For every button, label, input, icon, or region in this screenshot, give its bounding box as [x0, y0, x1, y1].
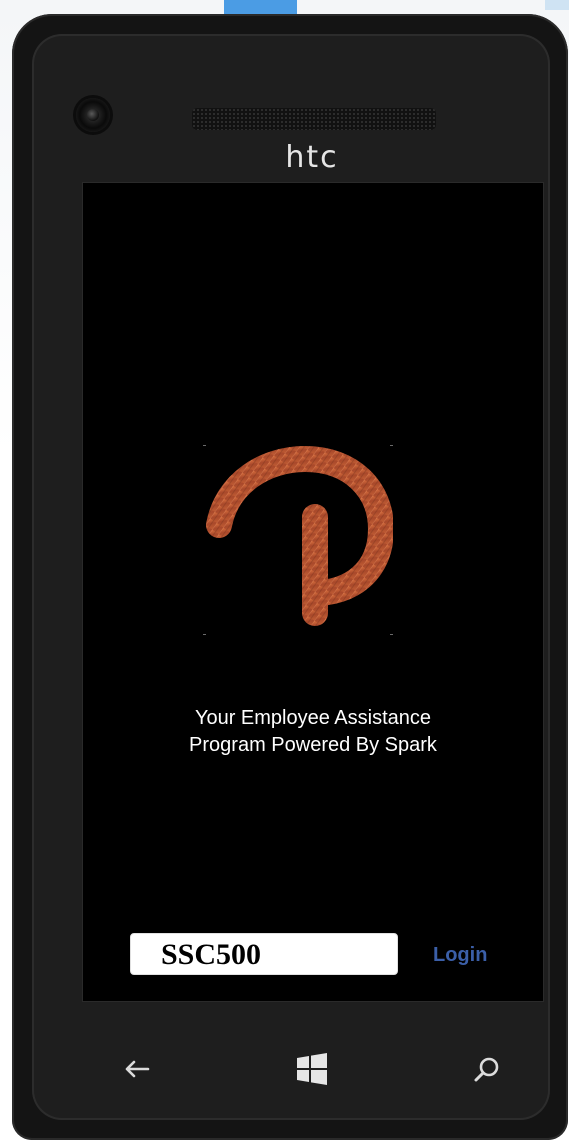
- tagline-line-2: Program Powered By Spark: [189, 734, 437, 756]
- background-strip: [545, 0, 569, 10]
- logo-graphic: [206, 445, 395, 626]
- app-screen: Your Employee Assistance Program Powered…: [82, 182, 544, 1002]
- tagline-line-1: Your Employee Assistance: [194, 707, 432, 729]
- device-brand-logo: htc: [285, 140, 339, 175]
- spark-p-logo-icon: [203, 445, 395, 635]
- logo-corner-mark: [203, 445, 206, 446]
- back-arrow-icon[interactable]: [92, 1024, 182, 1114]
- access-code-input[interactable]: [130, 933, 398, 975]
- app-tagline: Your Employee Assistance Program Powered…: [83, 705, 543, 759]
- stage: htc Your Employee Assistance Program Pow…: [0, 0, 569, 1140]
- search-icon[interactable]: [442, 1024, 532, 1114]
- front-camera: [76, 98, 110, 132]
- phone-frame: htc Your Employee Assistance Program Pow…: [12, 14, 568, 1140]
- hardware-nav-bar: [52, 1024, 569, 1114]
- logo-corner-mark: [390, 634, 393, 635]
- earpiece-speaker: [192, 108, 436, 130]
- login-button[interactable]: Login: [433, 941, 503, 969]
- windows-start-icon[interactable]: [267, 1024, 357, 1114]
- background-strip: [224, 0, 297, 14]
- logo-corner-mark: [390, 445, 393, 446]
- phone-bezel: htc Your Employee Assistance Program Pow…: [32, 34, 550, 1120]
- logo-corner-mark: [203, 634, 206, 635]
